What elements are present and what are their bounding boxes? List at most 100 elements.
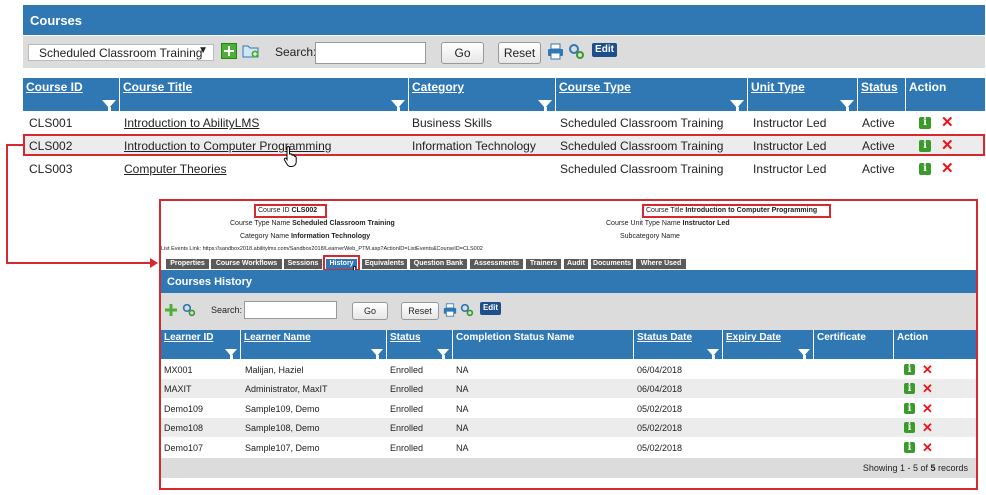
add-icon[interactable] (221, 43, 237, 59)
col-course-type[interactable]: Course Type (556, 78, 748, 112)
category-field: Category Name Information Technology (240, 233, 371, 240)
history-search-input[interactable] (244, 301, 337, 319)
col-status[interactable]: Status (858, 78, 906, 111)
filter-icon[interactable] (730, 100, 744, 112)
tab-audit[interactable]: Audit (564, 259, 588, 269)
info-icon[interactable]: i (919, 163, 931, 175)
filter-icon[interactable] (391, 100, 405, 112)
folder-add-icon[interactable] (242, 42, 260, 60)
table-row-cell: Instructor Led (753, 162, 827, 176)
table-row-cell: Business Skills (412, 116, 493, 130)
info-icon[interactable]: i (904, 383, 915, 394)
status-date: 06/04/2018 (637, 365, 683, 375)
status-date: 06/04/2018 (637, 384, 683, 394)
delete-icon[interactable]: ✕ (922, 421, 933, 434)
course-title-highlight (642, 204, 831, 218)
history-edit-button[interactable]: Edit (480, 302, 501, 315)
print-icon[interactable] (443, 303, 457, 317)
list-events-link[interactable]: List Events Link: https://sandbox2018.ab… (161, 246, 483, 252)
col-expiry-date[interactable]: Expiry Date (723, 330, 814, 360)
course-title-link[interactable]: Introduction to AbilityLMS (124, 116, 259, 130)
search-label: Search: (275, 45, 317, 59)
filter-icon[interactable] (798, 349, 810, 360)
hand-cursor-icon (283, 145, 297, 167)
table-header: Course ID Course Title Category Course T… (23, 78, 985, 112)
learner-id: Demo107 (164, 443, 204, 453)
tab-question-bank[interactable]: Question Bank (410, 259, 467, 269)
search-input[interactable] (315, 42, 426, 64)
history-reset-button[interactable]: Reset (401, 302, 439, 320)
status-text: Active (862, 162, 895, 176)
delete-icon[interactable]: ✕ (941, 161, 954, 176)
table-row-cell: Scheduled Classroom Training (560, 116, 724, 130)
status-text: Enrolled (390, 443, 424, 453)
history-go-button[interactable]: Go (352, 302, 388, 320)
reset-button[interactable]: Reset (498, 42, 541, 64)
filter-icon[interactable] (840, 100, 854, 112)
col-learner-name[interactable]: Learner Name (241, 330, 387, 360)
tab-course-workflows[interactable]: Course Workflows (211, 259, 282, 269)
col-action: Action (897, 332, 929, 343)
tab-documents[interactable]: Documents (591, 259, 633, 269)
col-course-id[interactable]: Course ID (23, 78, 120, 112)
info-icon[interactable]: i (904, 422, 915, 433)
status-text: Enrolled (390, 404, 424, 414)
completion-status: NA (456, 365, 469, 375)
filter-icon[interactable] (437, 349, 449, 360)
course-type-select[interactable]: Scheduled Classroom Training ▼ (28, 44, 214, 61)
table-row-cell: CLS001 (29, 116, 73, 130)
info-icon[interactable]: i (904, 442, 915, 453)
edit-button[interactable]: Edit (592, 43, 617, 57)
record-count: Showing 1 - 5 of 5 records (862, 463, 968, 473)
course-type-field: Course Type Name Scheduled Classroom Tra… (230, 220, 395, 227)
settings-icon[interactable] (460, 303, 474, 317)
tab-equivalents[interactable]: Equivalents (362, 259, 407, 269)
col-completion-status: Completion Status Name (453, 330, 634, 359)
filter-icon[interactable] (371, 349, 383, 360)
filter-icon[interactable] (225, 349, 237, 360)
info-icon[interactable]: i (904, 403, 915, 414)
learner-id: MAXIT (164, 384, 192, 394)
learner-name: Administrator, MaxIT (245, 384, 328, 394)
course-id-highlight (254, 204, 327, 218)
delete-icon[interactable]: ✕ (922, 382, 933, 395)
completion-status: NA (456, 423, 469, 433)
table-row-cell: Instructor Led (753, 116, 827, 130)
col-status-date[interactable]: Status Date (634, 330, 723, 360)
status-date: 05/02/2018 (637, 404, 683, 414)
filter-icon[interactable] (538, 100, 552, 112)
tab-where-used[interactable]: Where Used (636, 259, 686, 269)
col-learner-id[interactable]: Learner ID (161, 330, 241, 360)
connector-arrow-icon (6, 144, 158, 268)
settings-icon[interactable] (182, 303, 196, 317)
delete-icon[interactable]: ✕ (922, 402, 933, 415)
info-icon[interactable]: i (919, 117, 931, 129)
col-category[interactable]: Category (409, 78, 556, 112)
col-status[interactable]: Status (387, 330, 453, 360)
chevron-down-icon: ▼ (198, 45, 208, 56)
unit-type-field: Course Unit Type Name Instructor Led (606, 220, 730, 227)
col-unit-type[interactable]: Unit Type (748, 78, 858, 112)
page-title: Courses (23, 5, 985, 35)
print-icon[interactable] (547, 43, 564, 60)
add-icon[interactable] (165, 304, 177, 316)
col-action: Action (909, 80, 947, 94)
filter-icon[interactable] (102, 100, 116, 112)
tab-assessments[interactable]: Assessments (470, 259, 523, 269)
history-title: Courses History (161, 270, 976, 293)
settings-icon[interactable] (568, 43, 585, 60)
delete-icon[interactable]: ✕ (922, 363, 933, 376)
tab-properties[interactable]: Properties (166, 259, 209, 269)
info-icon[interactable]: i (904, 364, 915, 375)
col-certificate: Certificate (814, 330, 894, 359)
tab-sessions[interactable]: Sessions (284, 259, 322, 269)
learner-name: Sample107, Demo (245, 443, 320, 453)
status-date: 05/02/2018 (637, 443, 683, 453)
filter-icon[interactable] (707, 349, 719, 360)
status-text: Enrolled (390, 365, 424, 375)
tab-trainers[interactable]: Trainers (526, 259, 561, 269)
delete-icon[interactable]: ✕ (922, 441, 933, 454)
col-course-title[interactable]: Course Title (120, 78, 409, 112)
delete-icon[interactable]: ✕ (941, 115, 954, 130)
go-button[interactable]: Go (441, 42, 484, 64)
